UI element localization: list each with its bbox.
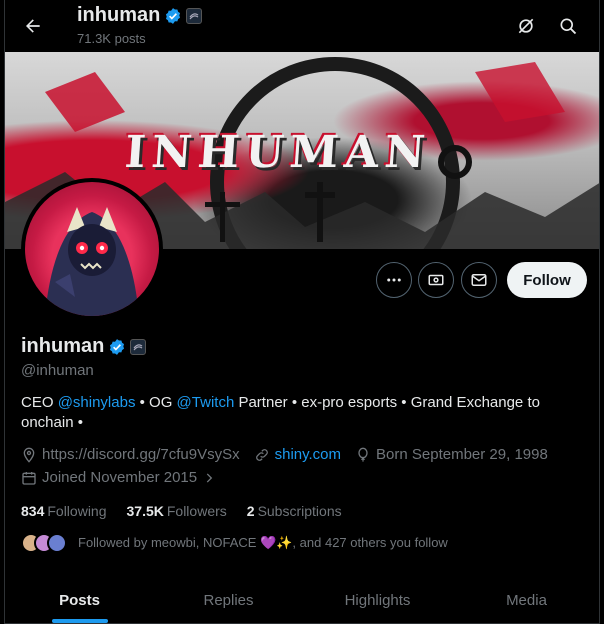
affiliate-badge-icon[interactable] [130, 338, 147, 355]
avatar-character-art [45, 207, 139, 316]
verified-badge-icon[interactable] [108, 338, 126, 356]
location-item: https://discord.gg/7cfu9VsySx [21, 446, 240, 463]
link-icon [255, 448, 268, 461]
header-name: inhuman [77, 4, 203, 27]
search-icon[interactable] [555, 13, 581, 39]
website-item[interactable]: shiny.com [254, 446, 341, 463]
followers-label: Followers [166, 503, 227, 519]
affiliate-badge-icon [186, 7, 203, 24]
avatar-image [25, 182, 159, 316]
bio-text: • OG [135, 394, 177, 411]
birthday-item: Born September 29, 1998 [355, 446, 548, 463]
location-text: https://discord.gg/7cfu9VsySx [42, 446, 240, 463]
profile-column: inhuman 71.3K posts INHUMAN Follow inhum… [4, 0, 600, 624]
more-dots-icon [387, 278, 401, 282]
balloon-icon [358, 447, 368, 462]
tab-posts[interactable]: Posts [5, 578, 154, 623]
more-options-button[interactable] [376, 262, 412, 298]
header-name-text: inhuman [77, 4, 161, 26]
following-count: 834 [21, 503, 45, 519]
back-arrow-icon[interactable] [19, 12, 47, 40]
money-icon [428, 274, 444, 286]
followed-by-text: Followed by meowbi, NOFACE 💜✨, and 427 o… [78, 535, 448, 550]
profile-meta-row: https://discord.gg/7cfu9VsySx shiny.com … [21, 446, 562, 463]
no-notifications-icon[interactable] [513, 13, 539, 39]
mention-link-twitch[interactable]: @Twitch [177, 394, 235, 411]
envelope-icon [471, 274, 487, 286]
subscriptions-count: 2 [246, 503, 255, 519]
chevron-right-icon [206, 472, 213, 483]
tab-highlights[interactable]: Highlights [303, 578, 452, 623]
profile-name: inhuman [21, 335, 147, 358]
followers-link[interactable]: 37.5K Followers [127, 503, 227, 519]
message-button[interactable] [461, 262, 497, 298]
profile-avatar[interactable] [21, 178, 163, 320]
display-name: inhuman [21, 335, 105, 357]
joined-item[interactable]: Joined November 2015 [21, 469, 216, 486]
profile-bio: CEO @shinylabs • OG @Twitch Partner • ex… [21, 393, 581, 433]
profile-tabs: Posts Replies Highlights Media [5, 578, 599, 624]
follow-button[interactable]: Follow [507, 262, 587, 298]
calendar-icon [22, 471, 36, 485]
follower-avatars [21, 533, 67, 553]
avatar [47, 533, 67, 553]
subscriptions-label: Subscriptions [257, 503, 342, 519]
joined-text: Joined November 2015 [42, 469, 198, 486]
follow-counts: 834 Following 37.5K Followers 2 Subscriptio… [21, 503, 342, 519]
followed-by-row[interactable]: Followed by meowbi, NOFACE 💜✨, and 427 o… [21, 533, 448, 553]
top-bar: inhuman 71.3K posts [5, 0, 599, 52]
tip-button[interactable] [418, 262, 454, 298]
bio-text: CEO [21, 394, 58, 411]
website-link[interactable]: shiny.com [275, 446, 341, 463]
followers-count: 37.5K [126, 503, 164, 519]
banner-title: INHUMAN [123, 127, 433, 178]
post-count: 71.3K posts [77, 31, 146, 46]
joined-row[interactable]: Joined November 2015 [21, 469, 230, 486]
mention-link-shinylabs[interactable]: @shinylabs [58, 394, 136, 411]
following-label: Following [47, 503, 107, 519]
location-pin-icon [23, 447, 35, 463]
verified-badge-icon [164, 7, 182, 25]
following-link[interactable]: 834 Following [21, 503, 107, 519]
birthday-text: Born September 29, 1998 [376, 446, 548, 463]
subscriptions-link[interactable]: 2 Subscriptions [247, 503, 342, 519]
tab-media[interactable]: Media [452, 578, 599, 623]
profile-handle: @inhuman [21, 362, 94, 379]
tab-replies[interactable]: Replies [154, 578, 303, 623]
